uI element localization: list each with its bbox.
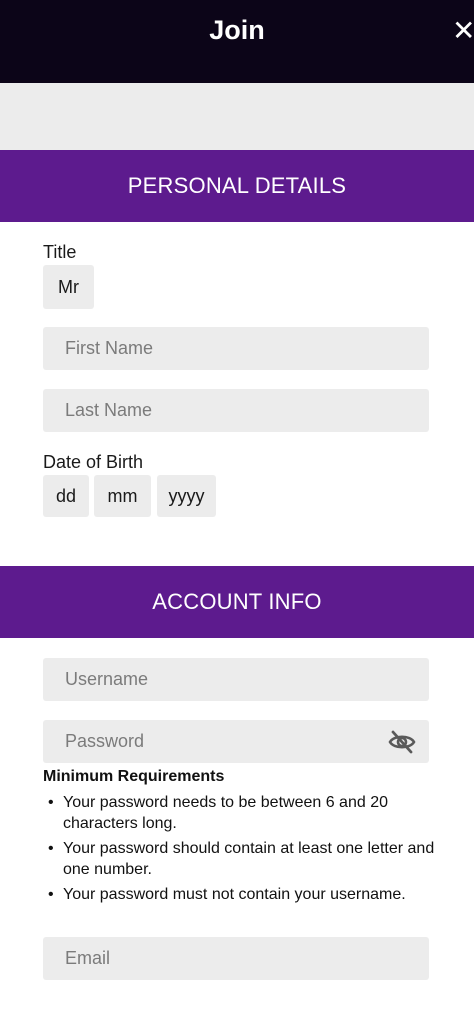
first-name-input[interactable] [43,327,429,370]
requirements-title: Minimum Requirements [43,768,225,785]
requirement-item: Your password needs to be between 6 and … [48,792,448,834]
spacer-band [0,83,474,150]
first-name-field[interactable] [43,327,429,370]
last-name-field[interactable] [43,389,429,432]
eye-off-icon[interactable] [387,730,417,754]
last-name-input[interactable] [43,389,429,432]
dob-label: Date of Birth [43,452,144,472]
requirements-list: Your password needs to be between 6 and … [48,792,448,909]
username-input[interactable] [43,658,429,701]
username-field[interactable] [43,658,429,701]
requirement-item: Your password must not contain your user… [48,884,448,905]
title-select[interactable]: Mr [43,265,94,309]
email-input[interactable] [43,937,429,980]
requirement-item: Your password should contain at least on… [48,838,448,880]
section-header-account-info: ACCOUNT INFO [0,566,474,638]
dob-month-field[interactable]: mm [94,475,151,517]
email-field[interactable] [43,937,429,980]
top-bar: Join ✕ [0,0,474,83]
password-input[interactable] [43,720,429,763]
password-field[interactable] [43,720,429,763]
section-header-personal-details: PERSONAL DETAILS [0,150,474,222]
dob-day-field[interactable]: dd [43,475,89,517]
dob-year-field[interactable]: yyyy [157,475,216,517]
close-icon[interactable]: ✕ [452,16,474,46]
title-label: Title [43,242,77,262]
page-title: Join [209,15,265,45]
